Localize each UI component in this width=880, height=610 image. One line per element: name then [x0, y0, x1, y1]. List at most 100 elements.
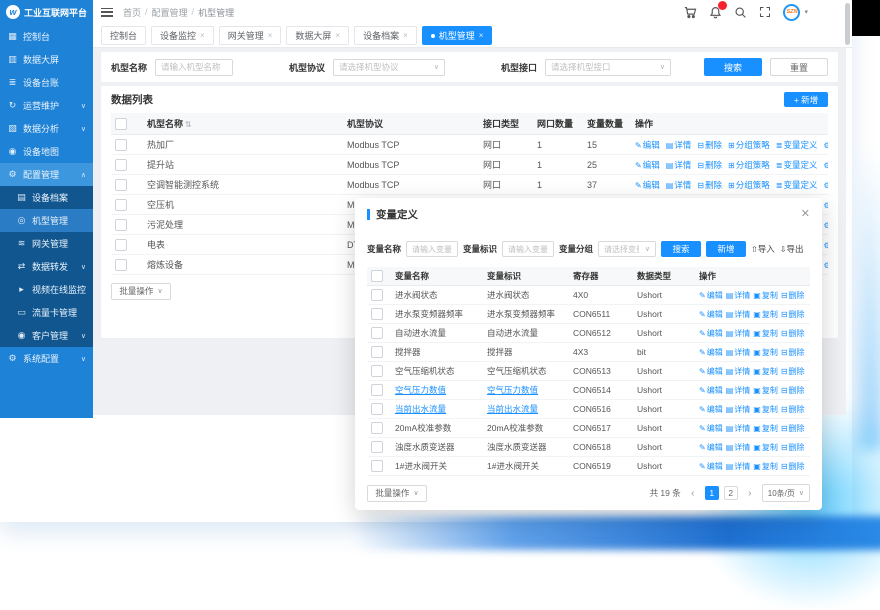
action-scada[interactable]: ⚙组态定义: [823, 140, 828, 150]
action-detail[interactable]: ▤详情: [726, 405, 751, 414]
user-menu[interactable]: SZN ▾: [783, 4, 808, 21]
action-delete[interactable]: ⊟删除: [781, 405, 805, 414]
reset-button[interactable]: 重置: [770, 58, 828, 76]
close-tab-icon[interactable]: ×: [335, 31, 340, 40]
row-checkbox[interactable]: [371, 422, 383, 434]
action-delete[interactable]: ⊟删除: [781, 462, 805, 471]
breadcrumb-home[interactable]: 首页: [123, 6, 141, 19]
fullscreen-icon[interactable]: [758, 5, 772, 19]
action-detail[interactable]: ▤详情: [726, 310, 751, 319]
page-button-1[interactable]: 1: [705, 486, 719, 500]
action-scada[interactable]: ⚙组态定义: [823, 240, 828, 250]
bell-icon[interactable]: [708, 5, 722, 19]
cart-icon[interactable]: [683, 5, 697, 19]
action-edit[interactable]: ✎编辑: [699, 310, 723, 319]
row-checkbox[interactable]: [115, 259, 127, 271]
row-checkbox[interactable]: [115, 219, 127, 231]
var-group-select[interactable]: 请选择变量分组 ∨: [598, 241, 656, 257]
sidebar-item-console[interactable]: ▦控制台: [0, 25, 93, 48]
action-group[interactable]: ⊞分组策略: [728, 140, 770, 150]
row-checkbox[interactable]: [371, 441, 383, 453]
close-tab-icon[interactable]: ×: [268, 31, 273, 40]
action-edit[interactable]: ✎编辑: [699, 405, 723, 414]
collapse-menu-icon[interactable]: [101, 8, 113, 17]
action-delete[interactable]: ⊟删除: [697, 180, 722, 190]
action-detail[interactable]: ▤详情: [726, 348, 751, 357]
row-checkbox[interactable]: [371, 384, 383, 396]
sidebar-item-model-manage[interactable]: ◎机型管理: [0, 209, 93, 232]
row-checkbox[interactable]: [371, 289, 383, 301]
action-delete[interactable]: ⊟删除: [781, 329, 805, 338]
page-button-2[interactable]: 2: [724, 486, 738, 500]
row-checkbox[interactable]: [115, 159, 127, 171]
tab-model-manage[interactable]: 机型管理×: [422, 26, 493, 45]
action-group[interactable]: ⊞分组策略: [728, 180, 770, 190]
sidebar-item-device-ledger[interactable]: ≣设备台账: [0, 71, 93, 94]
action-scada[interactable]: ⚙组态定义: [823, 200, 828, 210]
sidebar-item-device-map[interactable]: ◉设备地图: [0, 140, 93, 163]
sidebar-item-config-manage[interactable]: ⚙配置管理∧: [0, 163, 93, 186]
close-icon[interactable]: ✕: [801, 209, 810, 220]
action-detail[interactable]: ▤详情: [726, 329, 751, 338]
search-button[interactable]: 搜索: [704, 58, 762, 76]
action-scada[interactable]: ⚙组态定义: [823, 180, 828, 190]
action-variable[interactable]: ≣变量定义: [776, 160, 818, 170]
action-detail[interactable]: ▤详情: [666, 140, 692, 150]
action-detail[interactable]: ▤详情: [726, 367, 751, 376]
tab-console[interactable]: 控制台: [101, 26, 146, 45]
close-tab-icon[interactable]: ×: [403, 31, 408, 40]
row-checkbox[interactable]: [371, 460, 383, 472]
breadcrumb-config[interactable]: 配置管理: [152, 6, 188, 19]
action-variable[interactable]: ≣变量定义: [776, 140, 818, 150]
action-delete[interactable]: ⊟删除: [781, 310, 805, 319]
action-group[interactable]: ⊞分组策略: [728, 160, 770, 170]
modal-batch-action-button[interactable]: 批量操作∨: [367, 485, 427, 502]
sidebar-item-data-screen[interactable]: ▥数据大屏: [0, 48, 93, 71]
prev-page-button[interactable]: ‹: [686, 486, 700, 500]
row-checkbox[interactable]: [371, 365, 383, 377]
next-page-button[interactable]: ›: [743, 486, 757, 500]
action-delete[interactable]: ⊟删除: [781, 443, 805, 452]
row-checkbox[interactable]: [371, 327, 383, 339]
action-detail[interactable]: ▤详情: [666, 180, 692, 190]
action-copy[interactable]: ▣复制: [753, 310, 778, 319]
model-name-input[interactable]: [155, 59, 233, 76]
action-scada[interactable]: ⚙组态定义: [823, 160, 828, 170]
import-button[interactable]: ⇧导入: [751, 243, 775, 255]
action-edit[interactable]: ✎编辑: [635, 160, 660, 170]
action-delete[interactable]: ⊟删除: [697, 140, 722, 150]
action-edit[interactable]: ✎编辑: [699, 367, 723, 376]
action-delete[interactable]: ⊟删除: [781, 386, 805, 395]
action-detail[interactable]: ▤详情: [666, 160, 692, 170]
tab-gateway-manage[interactable]: 网关管理×: [219, 26, 282, 45]
sidebar-item-gateway-manage[interactable]: ≋网关管理: [0, 232, 93, 255]
action-edit[interactable]: ✎编辑: [699, 443, 723, 452]
action-copy[interactable]: ▣复制: [753, 291, 778, 300]
action-delete[interactable]: ⊟删除: [781, 348, 805, 357]
row-checkbox[interactable]: [371, 403, 383, 415]
action-scada[interactable]: ⚙组态定义: [823, 260, 828, 270]
action-copy[interactable]: ▣复制: [753, 386, 778, 395]
action-copy[interactable]: ▣复制: [753, 424, 778, 433]
action-delete[interactable]: ⊟删除: [781, 424, 805, 433]
modal-add-button[interactable]: 新增: [706, 241, 746, 257]
row-checkbox[interactable]: [115, 239, 127, 251]
sidebar-item-system-config[interactable]: ⚙系统配置∨: [0, 347, 93, 370]
row-checkbox[interactable]: [371, 308, 383, 320]
var-name-input[interactable]: [406, 241, 458, 257]
avatar[interactable]: SZN: [783, 4, 800, 21]
select-all-checkbox[interactable]: [115, 118, 127, 130]
action-edit[interactable]: ✎编辑: [699, 291, 723, 300]
row-checkbox[interactable]: [115, 199, 127, 211]
action-variable[interactable]: ≣变量定义: [776, 180, 818, 190]
action-detail[interactable]: ▤详情: [726, 462, 751, 471]
scrollbar-thumb[interactable]: [845, 3, 850, 45]
model-interface-select[interactable]: 请选择机型接口∨: [545, 59, 671, 76]
sidebar-item-sim-manage[interactable]: ▭流量卡管理: [0, 301, 93, 324]
action-scada[interactable]: ⚙组态定义: [823, 220, 828, 230]
action-detail[interactable]: ▤详情: [726, 386, 751, 395]
var-key-input[interactable]: [502, 241, 554, 257]
action-copy[interactable]: ▣复制: [753, 329, 778, 338]
action-copy[interactable]: ▣复制: [753, 443, 778, 452]
tab-device-archive[interactable]: 设备档案×: [354, 26, 417, 45]
